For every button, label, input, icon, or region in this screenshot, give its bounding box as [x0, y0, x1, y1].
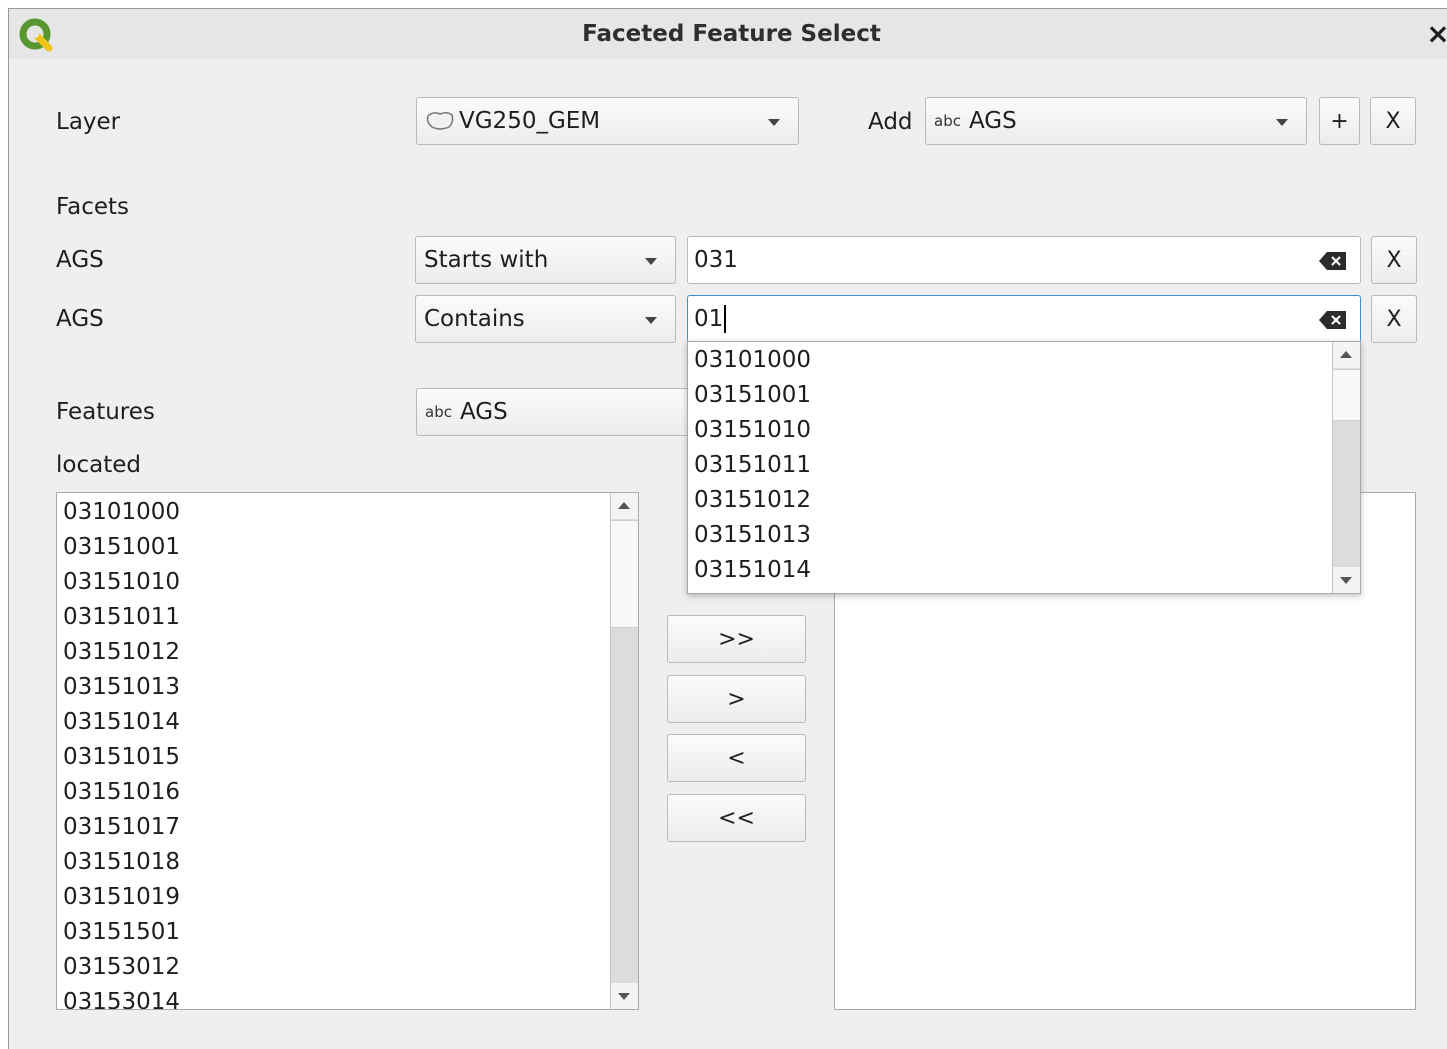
facet-1-operator-combo[interactable]: Starts with	[415, 236, 676, 284]
add-all-button[interactable]: >>	[667, 615, 806, 663]
add-field-combo[interactable]: abc AGS	[925, 97, 1307, 145]
scroll-down-arrow-icon[interactable]	[1333, 567, 1360, 593]
list-item[interactable]: 03101000	[688, 343, 1360, 378]
scroll-down-arrow-icon[interactable]	[611, 983, 638, 1009]
string-field-icon: abc	[934, 112, 961, 130]
list-item[interactable]: 03151501	[57, 915, 638, 950]
add-facet-button[interactable]: +	[1319, 97, 1360, 145]
list-item[interactable]: 03151010	[688, 413, 1360, 448]
clear-text-icon[interactable]	[1318, 310, 1348, 330]
located-features-list[interactable]: 03101000 03151001 03151010 03151011 03151012…	[56, 492, 639, 1010]
facet-1-value-input[interactable]: 031	[687, 236, 1361, 284]
scroll-thumb[interactable]	[611, 520, 638, 628]
list-item[interactable]: 03151013	[688, 518, 1360, 553]
add-field-combo-value: AGS	[968, 108, 1017, 134]
features-field-combo-value: AGS	[459, 399, 508, 425]
facet-1-field-label: AGS	[56, 247, 104, 273]
located-list-scrollbar[interactable]	[610, 493, 638, 1009]
polygon-layer-icon	[426, 111, 454, 130]
window-title: Faceted Feature Select	[582, 21, 881, 47]
list-item[interactable]: 03151019	[57, 880, 638, 915]
list-item[interactable]: 03153012	[57, 950, 638, 985]
autocomplete-popup[interactable]: 03101000 03151001 03151010 03151011 03151012…	[687, 341, 1361, 594]
list-item[interactable]: 03151014	[57, 705, 638, 740]
list-item[interactable]: 03151018	[57, 845, 638, 880]
features-label: Features	[56, 399, 155, 425]
facet-2-value-text: 01	[694, 306, 724, 332]
scroll-thumb[interactable]	[1333, 369, 1360, 421]
list-item[interactable]: 03151012	[57, 635, 638, 670]
remove-layer-button[interactable]: X	[1370, 97, 1416, 145]
facets-heading: Facets	[56, 194, 130, 220]
facet-1-value-text: 031	[694, 247, 738, 273]
facet-1-operator-value: Starts with	[424, 247, 549, 273]
string-field-icon: abc	[425, 403, 452, 421]
layer-combo[interactable]: VG250_GEM	[416, 97, 799, 145]
list-item[interactable]: 03151013	[57, 670, 638, 705]
list-item[interactable]: 03151011	[688, 448, 1360, 483]
facet-2-field-label: AGS	[56, 306, 104, 332]
facet-2-operator-combo[interactable]: Contains	[415, 295, 676, 343]
chevron-down-icon	[645, 317, 657, 324]
facet-2-value-input[interactable]: 01	[687, 295, 1361, 343]
list-item[interactable]: 03151016	[57, 775, 638, 810]
autocomplete-scrollbar[interactable]	[1332, 342, 1360, 593]
text-caret	[724, 305, 726, 333]
list-item[interactable]: 03151015	[57, 740, 638, 775]
list-item[interactable]: 03151014	[688, 553, 1360, 588]
facet-2-operator-value: Contains	[424, 306, 525, 332]
add-label: Add	[868, 109, 913, 135]
located-items-container: 03101000 03151001 03151010 03151011 03151012…	[57, 493, 638, 1009]
remove-all-button[interactable]: <<	[667, 794, 806, 842]
scroll-up-arrow-icon[interactable]	[1333, 342, 1360, 368]
facet-2-remove-button[interactable]: X	[1371, 295, 1417, 343]
clear-text-icon[interactable]	[1318, 251, 1348, 271]
list-item[interactable]: 03101000	[57, 495, 638, 530]
list-item[interactable]: 03151012	[688, 483, 1360, 518]
facet-1-remove-button[interactable]: X	[1371, 236, 1417, 284]
chevron-down-icon	[768, 119, 780, 126]
remove-selected-button[interactable]: <	[667, 734, 806, 782]
chevron-down-icon	[645, 258, 657, 265]
autocomplete-items-container: 03101000 03151001 03151010 03151011 03151012…	[688, 342, 1360, 588]
chevron-down-icon	[1276, 119, 1288, 126]
layer-combo-value: VG250_GEM	[459, 108, 601, 134]
list-item[interactable]: 03151010	[57, 565, 638, 600]
list-item[interactable]: 03153014	[57, 985, 638, 1009]
add-selected-button[interactable]: >	[667, 675, 806, 723]
list-item[interactable]: 03151011	[57, 600, 638, 635]
title-bar: Faceted Feature Select ×	[9, 9, 1447, 59]
list-item[interactable]: 03151001	[57, 530, 638, 565]
scroll-up-arrow-icon[interactable]	[611, 493, 638, 519]
list-item[interactable]: 03151017	[57, 810, 638, 845]
list-item[interactable]: 03151001	[688, 378, 1360, 413]
located-label: located	[56, 452, 141, 478]
close-icon[interactable]: ×	[1423, 19, 1447, 49]
layer-label: Layer	[56, 109, 121, 135]
